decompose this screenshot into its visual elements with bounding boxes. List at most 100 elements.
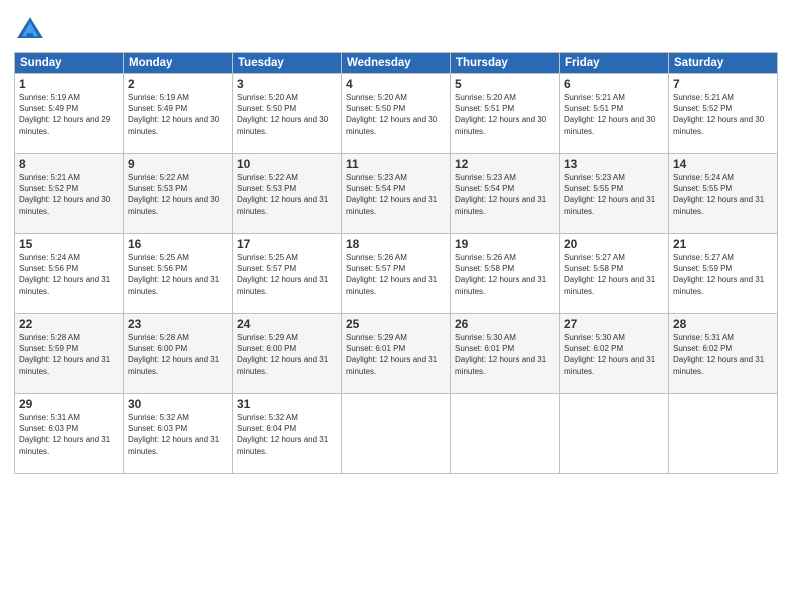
- day-info: Sunrise: 5:24 AMSunset: 5:55 PMDaylight:…: [673, 173, 764, 216]
- day-number: 4: [346, 77, 446, 91]
- day-info: Sunrise: 5:28 AMSunset: 5:59 PMDaylight:…: [19, 333, 110, 376]
- calendar-cell: 21 Sunrise: 5:27 AMSunset: 5:59 PMDaylig…: [669, 234, 778, 314]
- day-number: 31: [237, 397, 337, 411]
- day-info: Sunrise: 5:19 AMSunset: 5:49 PMDaylight:…: [128, 93, 219, 136]
- day-number: 14: [673, 157, 773, 171]
- logo-icon: [14, 14, 46, 46]
- day-info: Sunrise: 5:29 AMSunset: 6:01 PMDaylight:…: [346, 333, 437, 376]
- weekday-header: Wednesday: [342, 53, 451, 74]
- calendar-cell: 30 Sunrise: 5:32 AMSunset: 6:03 PMDaylig…: [124, 394, 233, 474]
- calendar-cell: 22 Sunrise: 5:28 AMSunset: 5:59 PMDaylig…: [15, 314, 124, 394]
- day-info: Sunrise: 5:20 AMSunset: 5:50 PMDaylight:…: [237, 93, 328, 136]
- calendar-week-row: 8 Sunrise: 5:21 AMSunset: 5:52 PMDayligh…: [15, 154, 778, 234]
- day-info: Sunrise: 5:30 AMSunset: 6:01 PMDaylight:…: [455, 333, 546, 376]
- calendar-cell: [560, 394, 669, 474]
- calendar-cell: 9 Sunrise: 5:22 AMSunset: 5:53 PMDayligh…: [124, 154, 233, 234]
- calendar-cell: 5 Sunrise: 5:20 AMSunset: 5:51 PMDayligh…: [451, 74, 560, 154]
- day-info: Sunrise: 5:26 AMSunset: 5:58 PMDaylight:…: [455, 253, 546, 296]
- day-number: 12: [455, 157, 555, 171]
- calendar-cell: 28 Sunrise: 5:31 AMSunset: 6:02 PMDaylig…: [669, 314, 778, 394]
- calendar-cell: 24 Sunrise: 5:29 AMSunset: 6:00 PMDaylig…: [233, 314, 342, 394]
- calendar-cell: 8 Sunrise: 5:21 AMSunset: 5:52 PMDayligh…: [15, 154, 124, 234]
- day-info: Sunrise: 5:21 AMSunset: 5:52 PMDaylight:…: [673, 93, 764, 136]
- weekday-header: Thursday: [451, 53, 560, 74]
- day-info: Sunrise: 5:23 AMSunset: 5:55 PMDaylight:…: [564, 173, 655, 216]
- day-number: 9: [128, 157, 228, 171]
- calendar-cell: 19 Sunrise: 5:26 AMSunset: 5:58 PMDaylig…: [451, 234, 560, 314]
- calendar-cell: 13 Sunrise: 5:23 AMSunset: 5:55 PMDaylig…: [560, 154, 669, 234]
- calendar-cell: 1 Sunrise: 5:19 AMSunset: 5:49 PMDayligh…: [15, 74, 124, 154]
- day-number: 25: [346, 317, 446, 331]
- day-number: 30: [128, 397, 228, 411]
- day-info: Sunrise: 5:24 AMSunset: 5:56 PMDaylight:…: [19, 253, 110, 296]
- logo: [14, 14, 50, 46]
- calendar-cell: 17 Sunrise: 5:25 AMSunset: 5:57 PMDaylig…: [233, 234, 342, 314]
- day-number: 1: [19, 77, 119, 91]
- day-number: 23: [128, 317, 228, 331]
- day-number: 20: [564, 237, 664, 251]
- calendar-cell: [669, 394, 778, 474]
- weekday-header: Monday: [124, 53, 233, 74]
- day-info: Sunrise: 5:30 AMSunset: 6:02 PMDaylight:…: [564, 333, 655, 376]
- calendar-cell: 27 Sunrise: 5:30 AMSunset: 6:02 PMDaylig…: [560, 314, 669, 394]
- day-info: Sunrise: 5:19 AMSunset: 5:49 PMDaylight:…: [19, 93, 110, 136]
- day-number: 8: [19, 157, 119, 171]
- day-number: 16: [128, 237, 228, 251]
- calendar-cell: 23 Sunrise: 5:28 AMSunset: 6:00 PMDaylig…: [124, 314, 233, 394]
- calendar-cell: 18 Sunrise: 5:26 AMSunset: 5:57 PMDaylig…: [342, 234, 451, 314]
- day-info: Sunrise: 5:27 AMSunset: 5:59 PMDaylight:…: [673, 253, 764, 296]
- weekday-header: Saturday: [669, 53, 778, 74]
- calendar-cell: 12 Sunrise: 5:23 AMSunset: 5:54 PMDaylig…: [451, 154, 560, 234]
- day-info: Sunrise: 5:32 AMSunset: 6:03 PMDaylight:…: [128, 413, 219, 456]
- day-number: 17: [237, 237, 337, 251]
- day-number: 19: [455, 237, 555, 251]
- weekday-header: Tuesday: [233, 53, 342, 74]
- calendar-cell: 4 Sunrise: 5:20 AMSunset: 5:50 PMDayligh…: [342, 74, 451, 154]
- calendar-header-row: SundayMondayTuesdayWednesdayThursdayFrid…: [15, 53, 778, 74]
- day-number: 3: [237, 77, 337, 91]
- calendar-cell: [342, 394, 451, 474]
- calendar-cell: 11 Sunrise: 5:23 AMSunset: 5:54 PMDaylig…: [342, 154, 451, 234]
- calendar-cell: 3 Sunrise: 5:20 AMSunset: 5:50 PMDayligh…: [233, 74, 342, 154]
- day-info: Sunrise: 5:26 AMSunset: 5:57 PMDaylight:…: [346, 253, 437, 296]
- day-number: 27: [564, 317, 664, 331]
- day-number: 18: [346, 237, 446, 251]
- day-info: Sunrise: 5:20 AMSunset: 5:50 PMDaylight:…: [346, 93, 437, 136]
- day-number: 28: [673, 317, 773, 331]
- day-number: 24: [237, 317, 337, 331]
- day-info: Sunrise: 5:27 AMSunset: 5:58 PMDaylight:…: [564, 253, 655, 296]
- day-info: Sunrise: 5:25 AMSunset: 5:57 PMDaylight:…: [237, 253, 328, 296]
- day-number: 11: [346, 157, 446, 171]
- day-number: 22: [19, 317, 119, 331]
- calendar-cell: 15 Sunrise: 5:24 AMSunset: 5:56 PMDaylig…: [15, 234, 124, 314]
- day-number: 26: [455, 317, 555, 331]
- calendar-cell: 20 Sunrise: 5:27 AMSunset: 5:58 PMDaylig…: [560, 234, 669, 314]
- day-number: 7: [673, 77, 773, 91]
- day-info: Sunrise: 5:28 AMSunset: 6:00 PMDaylight:…: [128, 333, 219, 376]
- day-info: Sunrise: 5:20 AMSunset: 5:51 PMDaylight:…: [455, 93, 546, 136]
- day-info: Sunrise: 5:23 AMSunset: 5:54 PMDaylight:…: [346, 173, 437, 216]
- calendar-cell: 16 Sunrise: 5:25 AMSunset: 5:56 PMDaylig…: [124, 234, 233, 314]
- header: [14, 10, 778, 46]
- day-number: 10: [237, 157, 337, 171]
- day-info: Sunrise: 5:29 AMSunset: 6:00 PMDaylight:…: [237, 333, 328, 376]
- day-number: 15: [19, 237, 119, 251]
- calendar-week-row: 1 Sunrise: 5:19 AMSunset: 5:49 PMDayligh…: [15, 74, 778, 154]
- day-number: 21: [673, 237, 773, 251]
- calendar-cell: 2 Sunrise: 5:19 AMSunset: 5:49 PMDayligh…: [124, 74, 233, 154]
- day-info: Sunrise: 5:23 AMSunset: 5:54 PMDaylight:…: [455, 173, 546, 216]
- day-info: Sunrise: 5:32 AMSunset: 6:04 PMDaylight:…: [237, 413, 328, 456]
- calendar-week-row: 22 Sunrise: 5:28 AMSunset: 5:59 PMDaylig…: [15, 314, 778, 394]
- calendar-cell: 10 Sunrise: 5:22 AMSunset: 5:53 PMDaylig…: [233, 154, 342, 234]
- day-info: Sunrise: 5:22 AMSunset: 5:53 PMDaylight:…: [128, 173, 219, 216]
- calendar-page: SundayMondayTuesdayWednesdayThursdayFrid…: [0, 0, 792, 612]
- calendar-cell: 26 Sunrise: 5:30 AMSunset: 6:01 PMDaylig…: [451, 314, 560, 394]
- day-info: Sunrise: 5:21 AMSunset: 5:51 PMDaylight:…: [564, 93, 655, 136]
- calendar-cell: 29 Sunrise: 5:31 AMSunset: 6:03 PMDaylig…: [15, 394, 124, 474]
- calendar-body: 1 Sunrise: 5:19 AMSunset: 5:49 PMDayligh…: [15, 74, 778, 474]
- day-info: Sunrise: 5:22 AMSunset: 5:53 PMDaylight:…: [237, 173, 328, 216]
- day-number: 2: [128, 77, 228, 91]
- calendar-cell: 25 Sunrise: 5:29 AMSunset: 6:01 PMDaylig…: [342, 314, 451, 394]
- day-info: Sunrise: 5:25 AMSunset: 5:56 PMDaylight:…: [128, 253, 219, 296]
- calendar-week-row: 15 Sunrise: 5:24 AMSunset: 5:56 PMDaylig…: [15, 234, 778, 314]
